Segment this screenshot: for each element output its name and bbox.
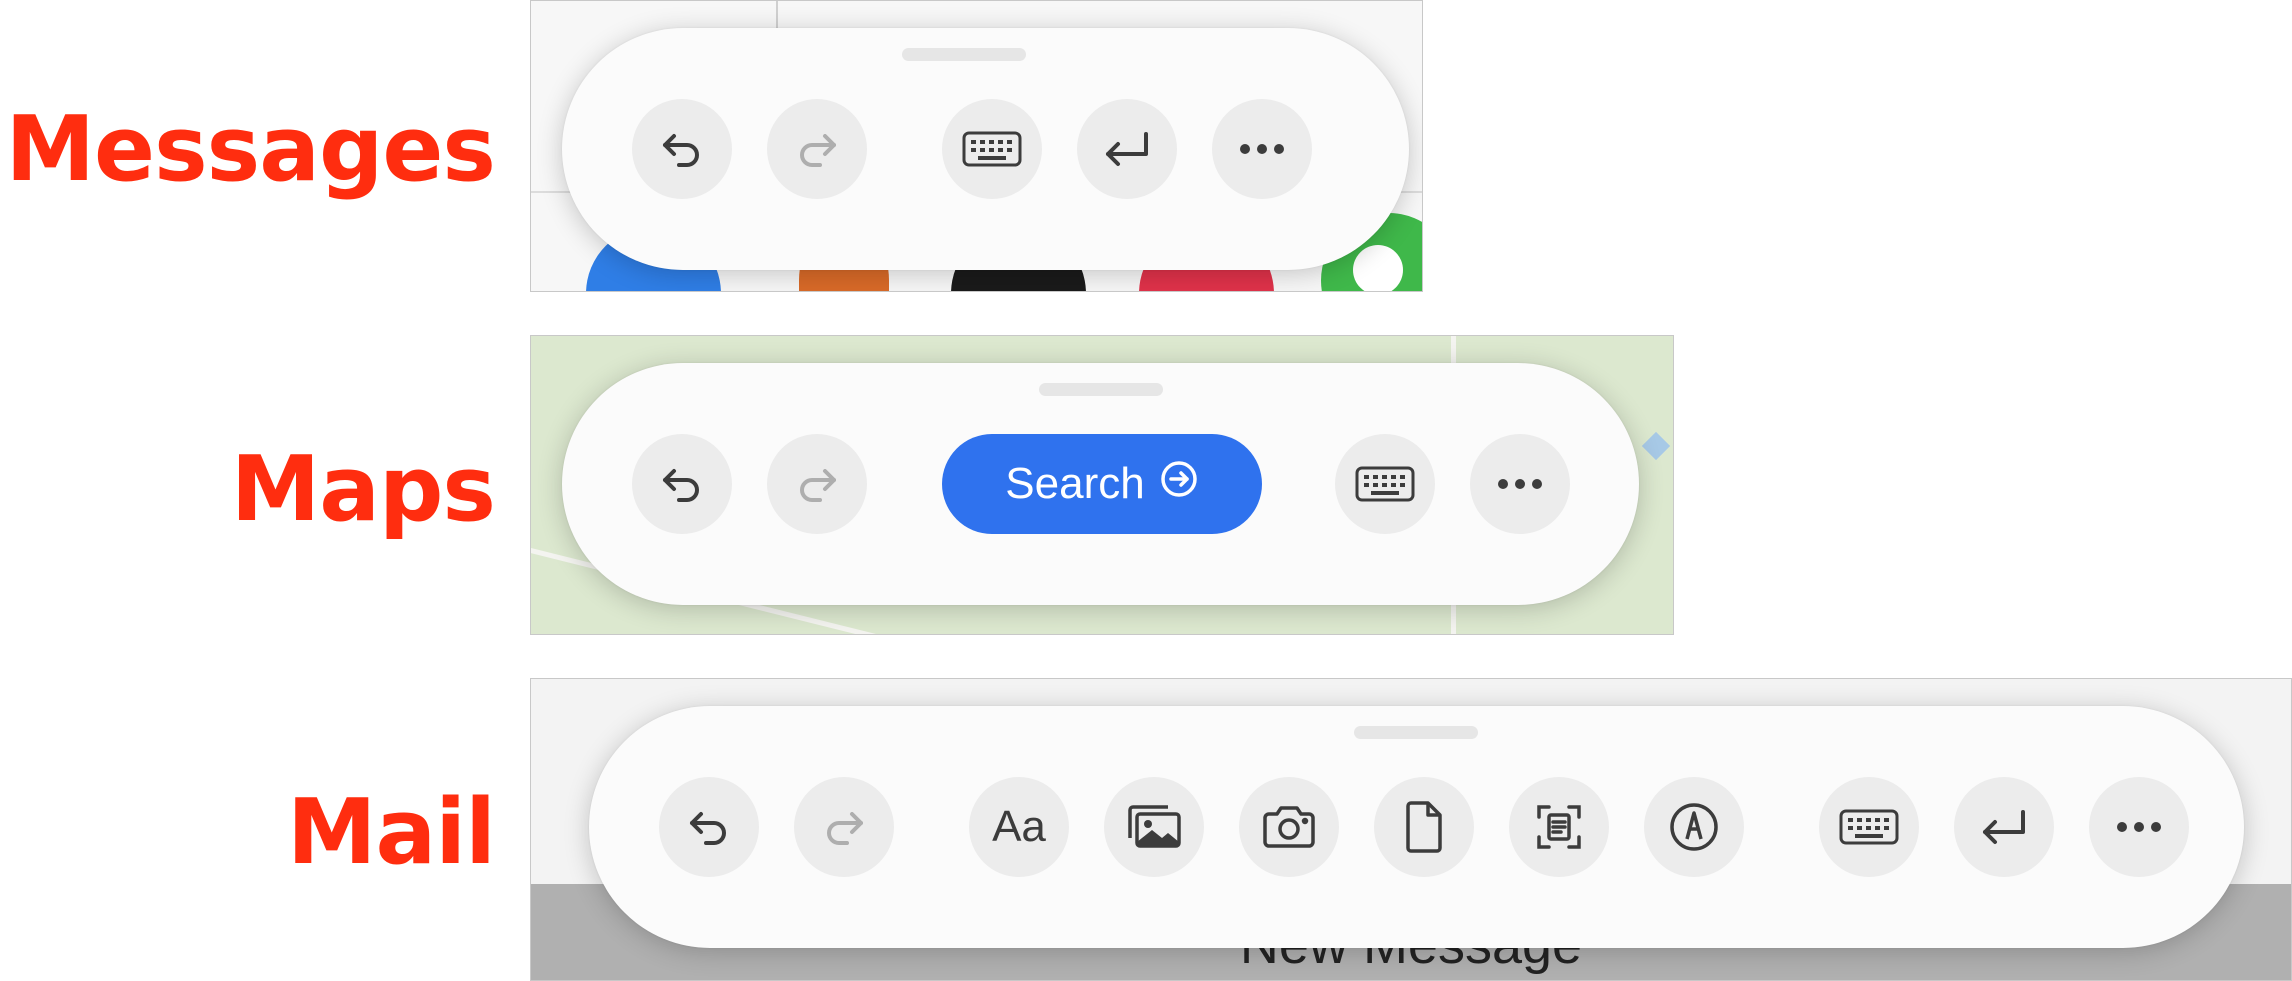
- document-icon: [1402, 800, 1446, 854]
- redo-icon: [819, 802, 869, 852]
- attach-document-button[interactable]: [1374, 777, 1474, 877]
- camera-icon: [1260, 804, 1318, 850]
- search-label: Search: [1005, 459, 1145, 508]
- mail-label: Mail: [287, 780, 496, 885]
- maps-panel: Search: [530, 335, 1674, 635]
- toolbar-grabber[interactable]: [902, 48, 1026, 61]
- mail-toolbar: Aa: [589, 706, 2244, 948]
- keyboard-button[interactable]: [1819, 777, 1919, 877]
- more-icon: [2116, 821, 2162, 833]
- undo-icon: [657, 459, 707, 509]
- return-button[interactable]: [1077, 99, 1177, 199]
- redo-button[interactable]: [767, 434, 867, 534]
- keyboard-icon: [961, 129, 1023, 169]
- messages-panel: [530, 0, 1423, 292]
- scan-document-icon: [1534, 802, 1584, 852]
- more-button[interactable]: [1212, 99, 1312, 199]
- more-icon: [1239, 143, 1285, 155]
- keyboard-button[interactable]: [1335, 434, 1435, 534]
- redo-button[interactable]: [794, 777, 894, 877]
- text-format-icon: Aa: [992, 802, 1046, 851]
- photo-library-button[interactable]: [1104, 777, 1204, 877]
- markup-button[interactable]: [1644, 777, 1744, 877]
- mail-panel: New Message Aa: [530, 678, 2292, 981]
- maps-label: Maps: [230, 437, 496, 542]
- more-button[interactable]: [1470, 434, 1570, 534]
- return-button[interactable]: [1954, 777, 2054, 877]
- keyboard-button[interactable]: [942, 99, 1042, 199]
- toolbar-grabber[interactable]: [1039, 383, 1163, 396]
- photo-library-icon: [1124, 802, 1184, 852]
- markup-icon: [1668, 801, 1720, 853]
- redo-button[interactable]: [767, 99, 867, 199]
- messages-label: Messages: [5, 97, 496, 202]
- text-format-button[interactable]: Aa: [969, 777, 1069, 877]
- undo-button[interactable]: [632, 434, 732, 534]
- more-icon: [1497, 478, 1543, 490]
- search-button[interactable]: Search: [942, 434, 1262, 534]
- search-arrow-icon: [1159, 459, 1199, 510]
- maps-toolbar: Search: [562, 363, 1639, 605]
- undo-button[interactable]: [659, 777, 759, 877]
- messages-toolbar: [562, 28, 1409, 270]
- return-icon: [1100, 124, 1154, 174]
- undo-icon: [684, 802, 734, 852]
- undo-button[interactable]: [632, 99, 732, 199]
- keyboard-icon: [1838, 807, 1900, 847]
- undo-icon: [657, 124, 707, 174]
- camera-button[interactable]: [1239, 777, 1339, 877]
- scan-document-button[interactable]: [1509, 777, 1609, 877]
- redo-icon: [792, 459, 842, 509]
- return-icon: [1977, 802, 2031, 852]
- redo-icon: [792, 124, 842, 174]
- toolbar-grabber[interactable]: [1354, 726, 1478, 739]
- keyboard-icon: [1354, 464, 1416, 504]
- map-poi-marker: [1641, 431, 1671, 461]
- more-button[interactable]: [2089, 777, 2189, 877]
